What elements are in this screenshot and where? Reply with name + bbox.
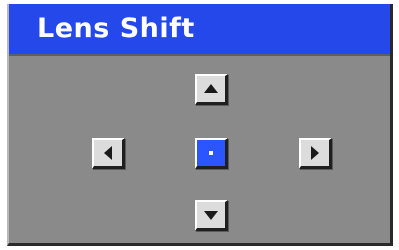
lens-shift-dialog: Lens Shift [7, 4, 393, 246]
shift-right-button[interactable] [299, 138, 332, 169]
title-bar: Lens Shift [9, 4, 390, 56]
shift-up-button[interactable] [195, 74, 228, 105]
shift-down-button[interactable] [195, 200, 228, 231]
shift-left-button[interactable] [92, 138, 125, 169]
shift-center-button[interactable] [195, 138, 228, 169]
dialog-title: Lens Shift [37, 13, 195, 44]
